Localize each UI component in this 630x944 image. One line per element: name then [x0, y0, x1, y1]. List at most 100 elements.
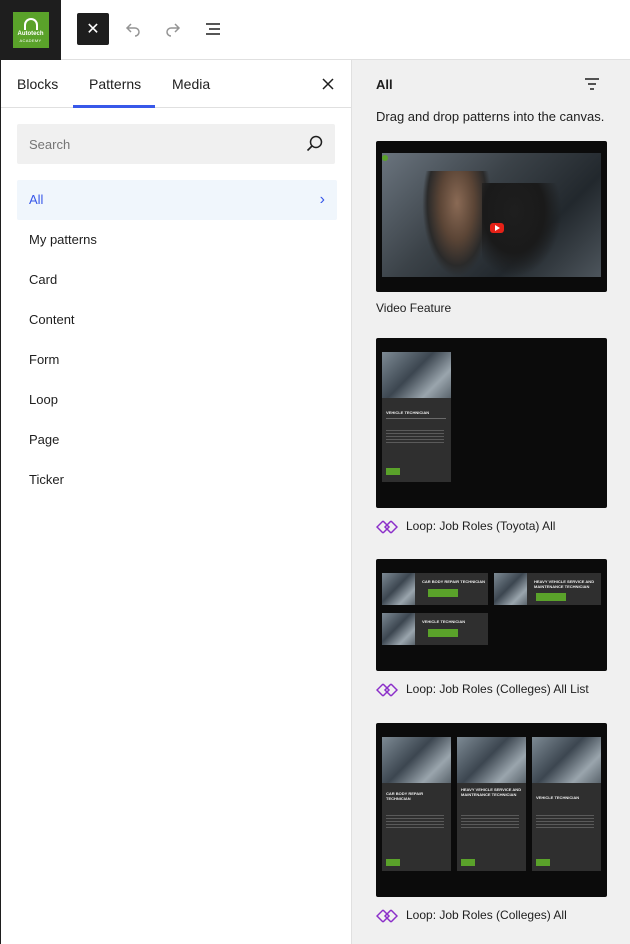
card-image	[457, 737, 526, 783]
tab-blocks[interactable]: Blocks	[17, 60, 58, 108]
undo-button[interactable]	[118, 14, 148, 44]
category-item-loop[interactable]: Loop	[17, 380, 337, 420]
channel-avatar	[382, 155, 388, 161]
editor-top-bar: Autotech ACADEMY ✕	[0, 0, 630, 60]
card-text	[386, 430, 444, 444]
pattern-item-loop-toyota[interactable]: VEHICLE TECHNICIAN Loop: Job Roles (Toyo…	[376, 338, 607, 534]
pattern-item-video-feature[interactable]: Video Feature	[376, 141, 607, 315]
card-text	[536, 815, 594, 829]
undo-icon	[125, 23, 140, 37]
search-input[interactable]	[17, 124, 297, 164]
card-image	[494, 573, 527, 605]
learn-more-button	[428, 589, 458, 597]
pattern-title: Loop: Job Roles (Colleges) All List	[406, 682, 589, 697]
close-inserter-button[interactable]: ✕	[77, 13, 109, 45]
pattern-item-loop-colleges-list[interactable]: CAR BODY REPAIR TECHNICIAN HEAVY VEHICLE…	[376, 559, 607, 697]
active-tab-indicator	[73, 105, 155, 108]
synced-pattern-icon	[376, 520, 398, 534]
pattern-preview[interactable]: CAR BODY REPAIR TECHNICIAN HEAVY VEHICLE…	[376, 559, 607, 671]
category-item-card[interactable]: Card	[17, 260, 337, 300]
pattern-preview[interactable]: VEHICLE TECHNICIAN	[376, 338, 607, 508]
block-inserter-panel: Blocks Patterns Media All › My patterns …	[0, 60, 352, 944]
category-label: Page	[29, 432, 60, 447]
card-title: VEHICLE TECHNICIAN	[536, 795, 580, 800]
category-label: All	[29, 192, 44, 207]
pattern-label: Loop: Job Roles (Colleges) All List	[376, 682, 589, 698]
job-card: CAR BODY REPAIR TECHNICIAN	[382, 573, 488, 605]
redo-button[interactable]	[158, 14, 188, 44]
learn-more-button	[428, 629, 458, 637]
card-image	[382, 613, 415, 645]
job-card: VEHICLE TECHNICIAN	[532, 737, 601, 871]
category-label: Card	[29, 272, 58, 287]
learn-more-button	[536, 859, 550, 866]
learn-more-button	[386, 859, 400, 866]
synced-pattern-icon	[376, 909, 398, 923]
card-image	[382, 352, 451, 398]
pattern-preview[interactable]	[376, 141, 607, 292]
category-item-page[interactable]: Page	[17, 420, 337, 460]
inserter-tabs: Blocks Patterns Media	[1, 60, 352, 108]
document-overview-button[interactable]	[198, 14, 228, 44]
job-card: HEAVY VEHICLE SERVICE AND MAINTENANCE TE…	[494, 573, 601, 605]
redo-icon	[166, 23, 181, 37]
pattern-title: Loop: Job Roles (Toyota) All	[406, 519, 556, 534]
list-view-icon	[206, 23, 220, 35]
pattern-category-list: All › My patterns Card Content Form Loop…	[17, 180, 337, 500]
patterns-category-title: All	[376, 77, 393, 92]
card-title: HEAVY VEHICLE SERVICE AND MAINTENANCE TE…	[534, 579, 595, 589]
category-item-form[interactable]: Form	[17, 340, 337, 380]
pattern-item-loop-colleges-all[interactable]: CAR BODY REPAIR TECHNICIAN HEAVY VEHICLE…	[376, 723, 607, 923]
job-card: CAR BODY REPAIR TECHNICIAN	[382, 737, 451, 871]
patterns-explorer-panel: All Drag and drop patterns into the canv…	[352, 60, 630, 944]
pattern-title: Loop: Job Roles (Colleges) All	[406, 908, 567, 923]
learn-more-button	[536, 593, 566, 601]
job-card: HEAVY VEHICLE SERVICE AND MAINTENANCE TE…	[457, 737, 526, 871]
card-title: CAR BODY REPAIR TECHNICIAN	[386, 791, 424, 801]
tab-media[interactable]: Media	[172, 60, 210, 108]
logo-line2: ACADEMY	[19, 37, 42, 43]
category-item-content[interactable]: Content	[17, 300, 337, 340]
autotech-logo: Autotech ACADEMY	[12, 12, 49, 48]
pattern-label: Loop: Job Roles (Colleges) All	[376, 908, 567, 924]
category-label: Ticker	[29, 472, 64, 487]
category-label: Form	[29, 352, 60, 367]
chevron-right-icon: ›	[319, 191, 325, 208]
search-icon[interactable]	[305, 134, 325, 154]
pattern-title: Video Feature	[376, 301, 452, 315]
pattern-search	[17, 124, 335, 164]
card-text	[386, 815, 444, 829]
category-label: Content	[29, 312, 75, 327]
job-card: VEHICLE TECHNICIAN	[382, 352, 451, 482]
video-thumbnail	[382, 153, 601, 277]
card-title: VEHICLE TECHNICIAN	[386, 410, 430, 415]
pattern-label: Loop: Job Roles (Toyota) All	[376, 519, 555, 535]
card-image	[532, 737, 601, 783]
logo-line1: Autotech	[17, 30, 44, 37]
learn-more-button	[461, 859, 475, 866]
card-title: VEHICLE TECHNICIAN	[422, 619, 466, 624]
tab-patterns[interactable]: Patterns	[89, 60, 141, 108]
category-label: My patterns	[29, 232, 97, 247]
patterns-description: Drag and drop patterns into the canvas.	[376, 109, 605, 124]
divider	[386, 418, 446, 419]
job-card: VEHICLE TECHNICIAN	[382, 613, 488, 645]
filter-icon[interactable]	[582, 74, 602, 94]
site-logo-button[interactable]: Autotech ACADEMY	[0, 0, 61, 60]
logo-mark-icon	[23, 17, 38, 30]
learn-more-button	[386, 468, 400, 475]
category-item-all[interactable]: All ›	[17, 180, 337, 220]
card-title: CAR BODY REPAIR TECHNICIAN	[422, 579, 485, 584]
close-icon	[322, 78, 334, 90]
close-panel-button[interactable]	[316, 72, 340, 96]
category-item-my-patterns[interactable]: My patterns	[17, 220, 337, 260]
card-image	[382, 573, 415, 605]
category-item-ticker[interactable]: Ticker	[17, 460, 337, 500]
play-icon	[490, 223, 504, 233]
close-icon: ✕	[86, 21, 100, 38]
card-image	[382, 737, 451, 783]
pattern-preview[interactable]: CAR BODY REPAIR TECHNICIAN HEAVY VEHICLE…	[376, 723, 607, 897]
card-title: HEAVY VEHICLE SERVICE AND MAINTENANCE TE…	[461, 787, 522, 797]
card-text	[461, 815, 519, 829]
pattern-label: Video Feature	[376, 301, 451, 315]
